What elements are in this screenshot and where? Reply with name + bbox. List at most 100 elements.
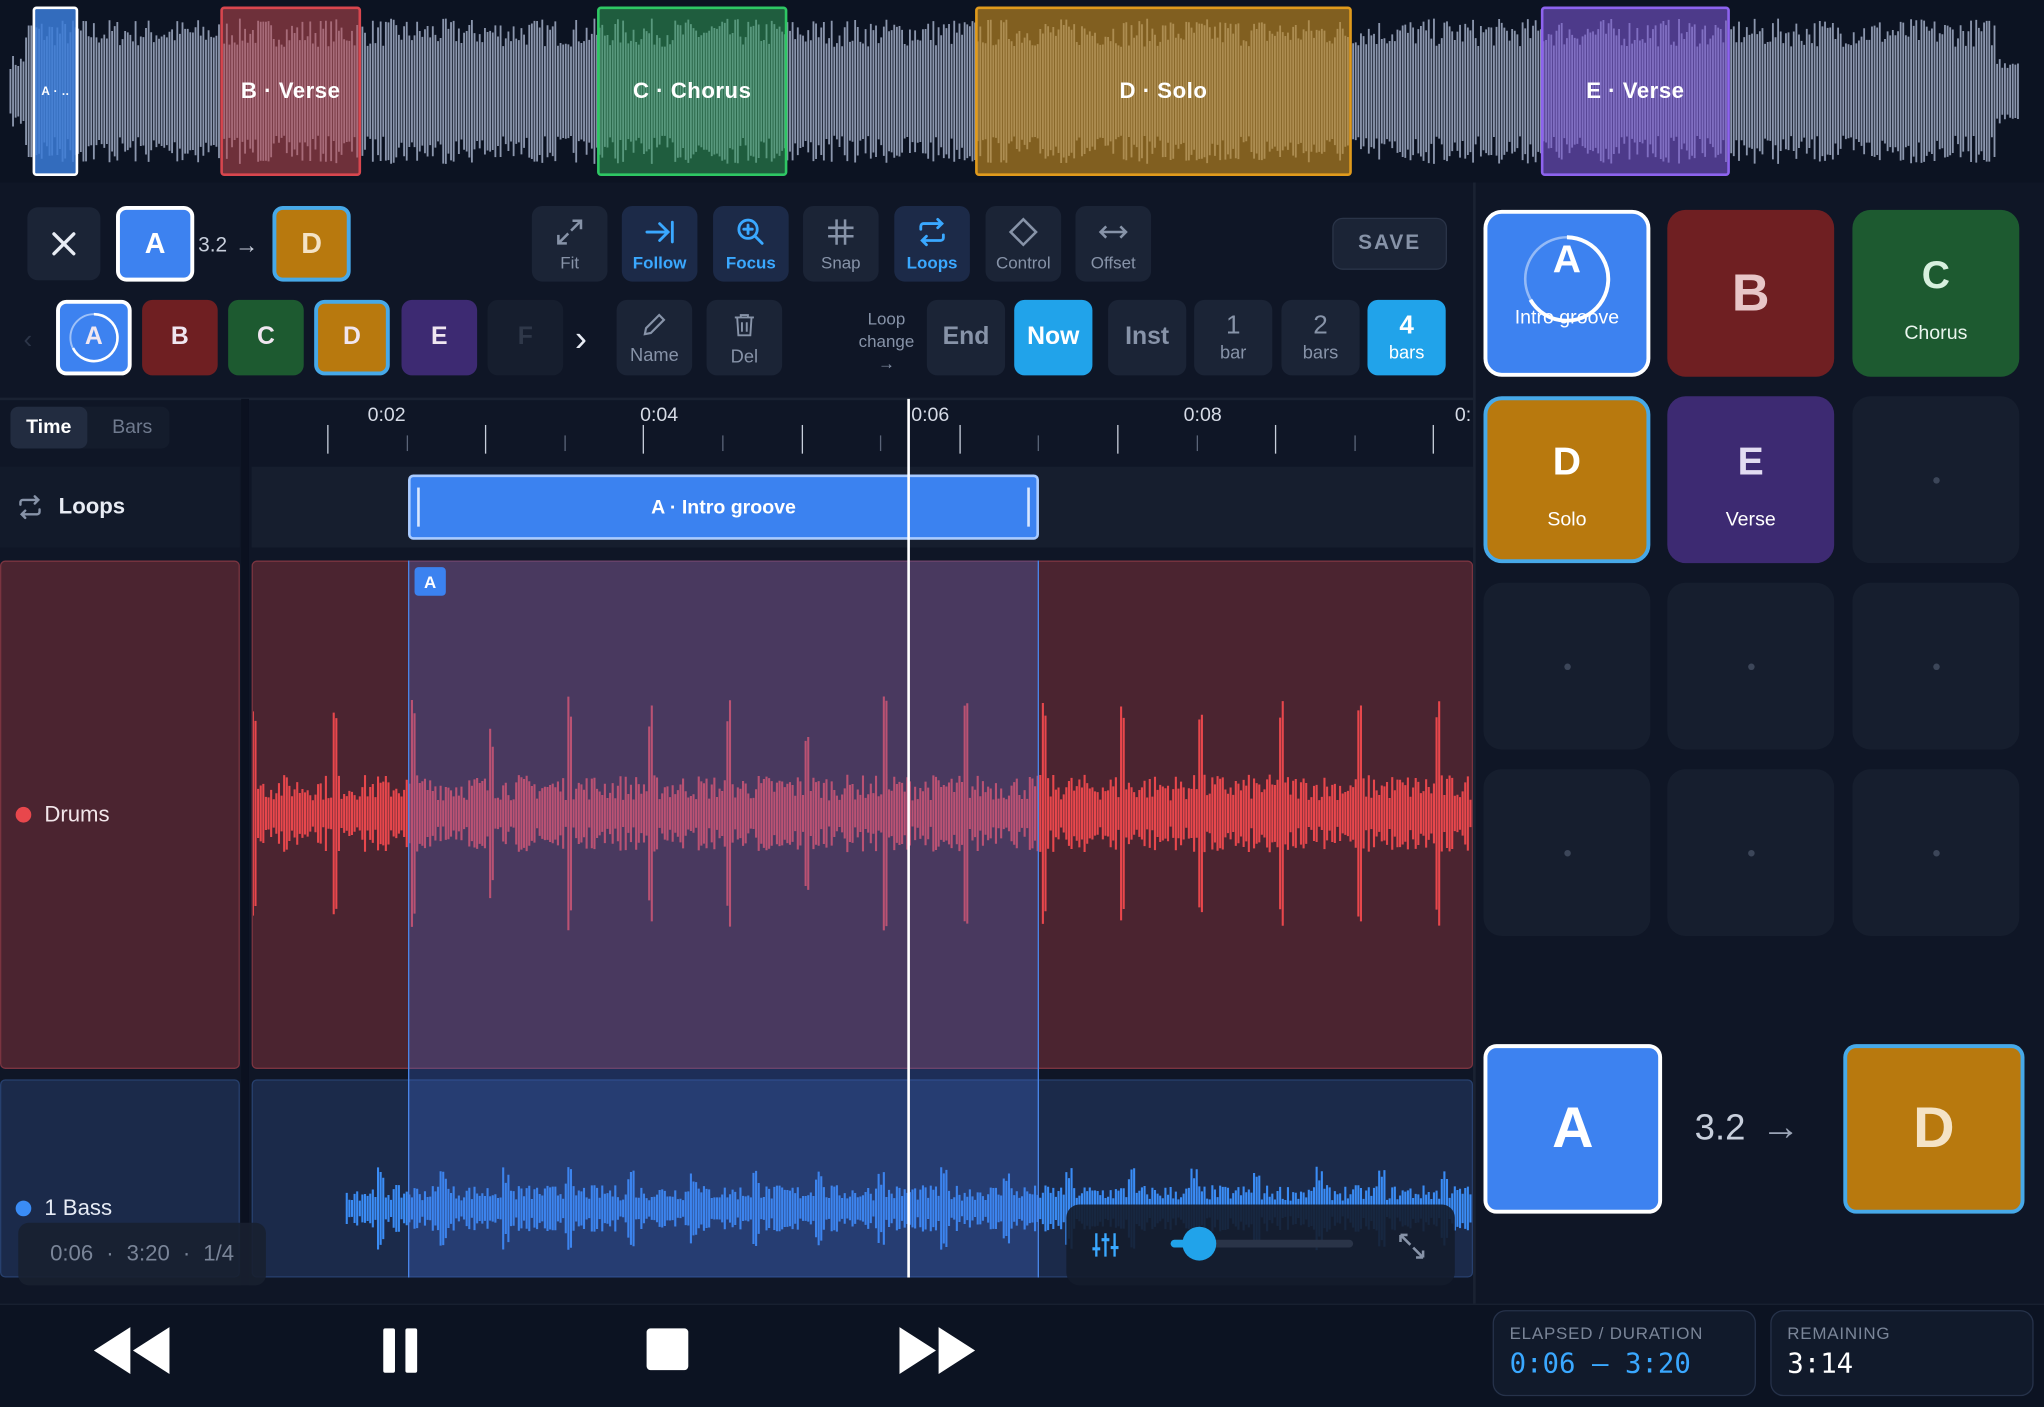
- pad-empty[interactable]: [1667, 582, 1835, 750]
- pad-e[interactable]: E Verse: [1667, 396, 1835, 564]
- pad-empty[interactable]: [1852, 396, 2020, 564]
- drums-waveform: [252, 696, 1472, 931]
- pad-d[interactable]: D Solo: [1483, 396, 1651, 564]
- delete-button[interactable]: Del: [706, 299, 783, 376]
- ruler-tick: [722, 435, 724, 452]
- follow-button[interactable]: Follow: [621, 205, 698, 282]
- quantize-4-bars-button[interactable]: 4 bars: [1367, 299, 1446, 376]
- overview-section-d[interactable]: D · Solo: [975, 6, 1352, 176]
- transition-to-pad[interactable]: D: [1843, 1044, 2025, 1214]
- section-chip-f[interactable]: F: [487, 299, 564, 376]
- pause-icon[interactable]: [381, 1327, 420, 1374]
- section-chip-d[interactable]: D: [314, 299, 390, 376]
- playhead[interactable]: [907, 398, 910, 1278]
- ruler-label: 0:02: [367, 404, 406, 427]
- control-button[interactable]: Control: [985, 205, 1062, 282]
- track-color-dot: [15, 806, 32, 823]
- remaining-readout: REMAINING 3:14: [1770, 1310, 2034, 1397]
- section-chip-label: E: [431, 323, 448, 351]
- chevron-left-icon[interactable]: ‹: [23, 326, 32, 356]
- rename-button[interactable]: Name: [616, 299, 693, 376]
- close-button[interactable]: [27, 207, 101, 281]
- section-chip-b[interactable]: B: [142, 299, 218, 376]
- transition-bars-value: 3.2: [1694, 1106, 1746, 1148]
- elapsed-value: 0:06 – 3:20: [1509, 1347, 1691, 1380]
- quantize-value: 2: [1313, 312, 1328, 341]
- ruler-tick: [406, 435, 408, 452]
- drums-track-header[interactable]: Drums: [0, 560, 240, 1069]
- position-status: 0:06 · 3:20 · 1/4: [18, 1222, 266, 1286]
- quantize-1-bar-button[interactable]: 1 bar: [1194, 299, 1273, 376]
- fit-label: Fit: [560, 252, 580, 273]
- loop-region[interactable]: A · Intro groove: [408, 474, 1039, 540]
- current-section-badge[interactable]: A: [116, 205, 195, 282]
- quantize-inst-button[interactable]: Inst: [1108, 299, 1187, 376]
- pad-c[interactable]: C Chorus: [1852, 209, 2020, 377]
- overview-section-a[interactable]: A · ..: [32, 6, 79, 176]
- transition-from-pad[interactable]: A: [1483, 1044, 1663, 1214]
- arrow-right-icon: →: [234, 232, 259, 259]
- volume-knob[interactable]: [1182, 1226, 1217, 1261]
- separator-dot: ·: [106, 1241, 114, 1266]
- empty-pad-dot: [1932, 476, 1940, 483]
- pad-a[interactable]: A Intro groove: [1483, 209, 1651, 377]
- pad-empty[interactable]: [1483, 582, 1651, 750]
- loop-start-handle[interactable]: [417, 487, 420, 527]
- track-color-dot: [15, 1200, 32, 1217]
- rewind-icon[interactable]: [91, 1324, 172, 1376]
- quantize-2-bars-button[interactable]: 2 bars: [1281, 299, 1360, 376]
- tab-bars[interactable]: Bars: [96, 407, 167, 449]
- arrow-right-icon: →: [1761, 1105, 1801, 1149]
- drums-track-lane[interactable]: [251, 560, 1474, 1069]
- pad-empty[interactable]: [1852, 769, 2020, 936]
- next-section-badge[interactable]: D: [272, 205, 351, 282]
- time-bars-toggle[interactable]: Time Bars: [10, 406, 170, 449]
- focus-button[interactable]: Focus: [713, 205, 789, 282]
- quantize-unit: bars: [1388, 342, 1425, 363]
- ruler-label: 0:: [1454, 404, 1472, 427]
- loop-marker-badge: A: [414, 567, 446, 596]
- mixer-sliders-icon[interactable]: [1090, 1229, 1121, 1260]
- drums-waveform-path: [252, 696, 1472, 931]
- loop-end-handle[interactable]: [1027, 487, 1030, 527]
- section-chip-label: A: [84, 323, 103, 351]
- loops-button[interactable]: Loops: [894, 205, 970, 282]
- tab-time[interactable]: Time: [10, 406, 88, 449]
- loop-change-line: Loop: [867, 308, 906, 329]
- pad-letter: C: [1921, 253, 1950, 297]
- ruler-tick: [1038, 435, 1040, 452]
- pad-empty[interactable]: [1852, 582, 2020, 750]
- overview-section-c[interactable]: C · Chorus: [597, 6, 788, 176]
- pad-b[interactable]: B: [1667, 209, 1835, 377]
- time-ruler[interactable]: [250, 399, 1473, 459]
- section-chip-e[interactable]: E: [401, 299, 478, 376]
- stop-icon[interactable]: [645, 1327, 689, 1371]
- quantize-now-button[interactable]: Now: [1014, 299, 1093, 376]
- snap-button[interactable]: Snap: [803, 205, 879, 282]
- empty-pad-dot: [1563, 849, 1571, 856]
- pad-empty[interactable]: [1667, 769, 1835, 936]
- pad-empty[interactable]: [1483, 769, 1651, 936]
- section-chip-a[interactable]: A: [56, 299, 132, 376]
- volume-slider[interactable]: [1170, 1226, 1354, 1261]
- fit-button[interactable]: Fit: [531, 205, 608, 282]
- mixer-panel: [1066, 1204, 1455, 1286]
- overview-section-label: E · Verse: [1586, 78, 1685, 103]
- overview-section-e[interactable]: E · Verse: [1540, 6, 1730, 176]
- chevron-right-icon[interactable]: ›: [575, 318, 587, 360]
- offset-button[interactable]: Offset: [1075, 205, 1152, 282]
- save-button[interactable]: SAVE: [1332, 217, 1447, 270]
- quantize-end-button[interactable]: End: [926, 299, 1006, 376]
- transition-info: 3.2 →: [198, 232, 258, 259]
- loop-region-label: A · Intro groove: [651, 496, 796, 519]
- section-chip-c[interactable]: C: [228, 299, 304, 376]
- fast-forward-icon[interactable]: [897, 1324, 978, 1376]
- overview-waveform[interactable]: A · .. B · Verse C · Chorus D · Solo E ·…: [0, 0, 2044, 183]
- overview-section-label: B · Verse: [240, 78, 341, 103]
- status-duration: 3:20: [126, 1241, 170, 1266]
- rename-label: Name: [630, 344, 679, 365]
- pad-letter: A: [1552, 237, 1582, 281]
- expand-icon[interactable]: [1395, 1229, 1429, 1263]
- overview-section-b[interactable]: B · Verse: [220, 6, 362, 176]
- pad-name: Verse: [1725, 507, 1776, 530]
